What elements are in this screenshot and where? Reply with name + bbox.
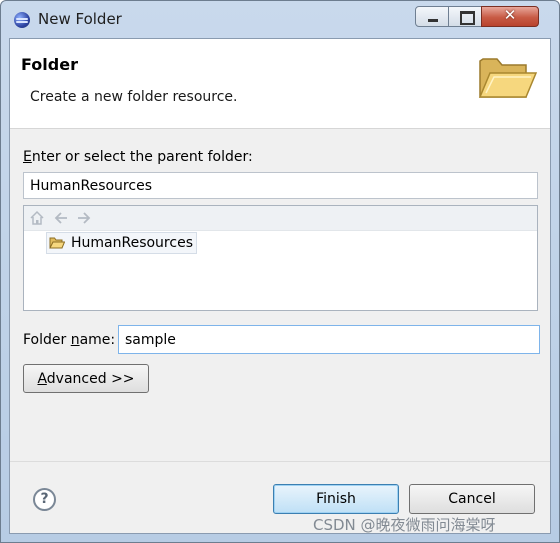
close-button[interactable]: ✕ [481, 6, 539, 27]
advanced-button[interactable]: Advanced >> [23, 364, 149, 393]
folder-name-label: Folder name: [23, 332, 116, 348]
tree-item-label: HumanResources [71, 235, 193, 251]
tree-toolbar [24, 206, 537, 231]
open-folder-icon [478, 58, 538, 98]
mnemonic: E [23, 149, 32, 165]
close-icon: ✕ [503, 6, 517, 24]
minimize-button[interactable] [415, 6, 449, 27]
folder-tree[interactable]: HumanResources [23, 205, 538, 311]
wizard-banner: Folder Create a new folder resource. [10, 39, 550, 129]
footer-divider [10, 461, 550, 462]
dialog-body: Folder Create a new folder resource. Ent… [9, 38, 551, 534]
parent-folder-label: Enter or select the parent folder: [23, 149, 253, 165]
folder-name-input[interactable] [118, 325, 540, 354]
parent-folder-input[interactable] [23, 172, 538, 199]
cancel-button[interactable]: Cancel [409, 484, 535, 514]
mnemonic: n [70, 332, 80, 348]
title-bar[interactable]: New Folder ✕ [1, 1, 559, 37]
tree-item-humanresources[interactable]: HumanResources [46, 232, 197, 254]
eclipse-app-icon [14, 12, 30, 28]
banner-title: Folder [21, 55, 78, 74]
home-icon[interactable] [29, 210, 45, 226]
help-icon[interactable]: ? [33, 488, 56, 511]
open-folder-icon [49, 237, 65, 249]
watermark: CSDN @晚夜微雨问海棠呀 [313, 516, 496, 534]
finish-button[interactable]: Finish [273, 484, 399, 514]
dialog-window: New Folder ✕ Folder Create a new folder … [0, 0, 560, 543]
maximize-button[interactable] [448, 6, 482, 27]
back-arrow-icon[interactable] [53, 210, 69, 226]
window-title: New Folder [38, 10, 122, 28]
forward-arrow-icon[interactable] [76, 210, 92, 226]
banner-description: Create a new folder resource. [30, 89, 238, 105]
